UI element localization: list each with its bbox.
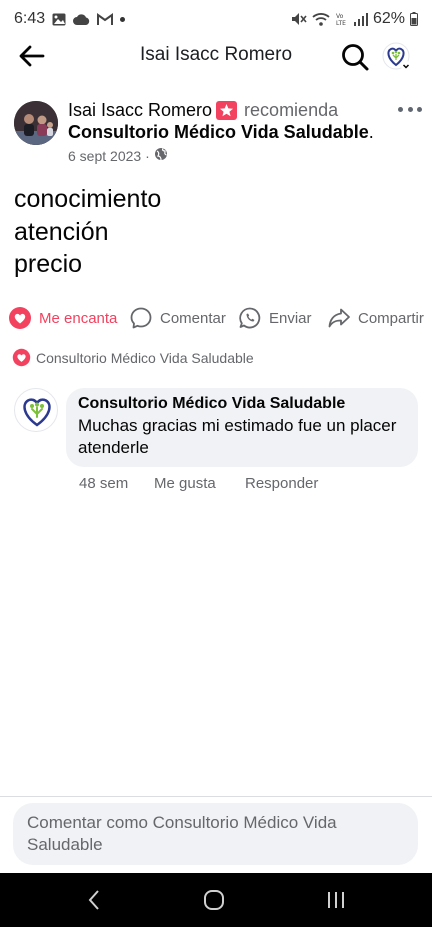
more-options-button[interactable] bbox=[398, 100, 422, 118]
page-avatar-icon bbox=[382, 42, 411, 71]
page-suffix: . bbox=[368, 122, 374, 142]
system-nav-bar bbox=[0, 873, 432, 927]
search-icon bbox=[342, 44, 369, 71]
recommended-page-name[interactable]: Consultorio Médico Vida Saludable bbox=[68, 122, 369, 142]
home-icon bbox=[204, 890, 224, 910]
meta-separator: · bbox=[145, 147, 150, 164]
chevron-left-icon bbox=[88, 890, 99, 910]
whatsapp-icon bbox=[239, 307, 261, 329]
battery-percent: 62% bbox=[372, 10, 405, 27]
post-line: atención bbox=[14, 217, 109, 246]
comment-bubble-icon bbox=[130, 307, 152, 329]
author-avatar[interactable] bbox=[14, 101, 58, 145]
cloud-icon bbox=[73, 13, 90, 25]
reactions-label: Consultorio Médico Vida Saludable bbox=[36, 349, 254, 366]
battery-icon bbox=[410, 12, 418, 26]
post-meta: 6 sept 2023 · bbox=[68, 147, 168, 164]
system-home-button[interactable] bbox=[198, 887, 230, 913]
comment-like-button[interactable]: Me gusta bbox=[154, 475, 245, 492]
signal-icon bbox=[353, 12, 368, 26]
love-label: Me encanta bbox=[39, 309, 118, 327]
comment-author-avatar[interactable] bbox=[14, 388, 58, 432]
more-dots-icon bbox=[398, 106, 403, 112]
love-button[interactable]: Me encanta bbox=[8, 302, 117, 334]
svg-text:LTE: LTE bbox=[336, 20, 346, 26]
status-bar: 6:43 Vo LTE 62% bbox=[0, 0, 432, 38]
comment-input[interactable]: Comentar como Consultorio Médico Vida Sa… bbox=[13, 803, 418, 865]
comment-button[interactable]: Comentar bbox=[129, 302, 226, 334]
comment-bubble: Consultorio Médico Vida Saludable Muchas… bbox=[66, 388, 418, 467]
recommend-verb: recomienda bbox=[244, 100, 339, 120]
recommend-star-icon bbox=[216, 101, 238, 120]
author-name[interactable]: Isai Isacc Romero bbox=[68, 100, 212, 121]
status-time: 6:43 bbox=[14, 10, 46, 27]
comment-author[interactable]: Consultorio Médico Vida Saludable bbox=[78, 395, 406, 413]
post-line: precio bbox=[14, 250, 83, 278]
post-text: conocimiento atención precio bbox=[14, 183, 161, 281]
globe-icon bbox=[154, 147, 168, 164]
search-button[interactable] bbox=[340, 42, 370, 72]
comment-timestamp: 48 sem bbox=[79, 475, 129, 492]
post-line: conocimiento bbox=[14, 185, 162, 213]
system-back-button[interactable] bbox=[78, 887, 110, 913]
comment-reply-button[interactable]: Responder bbox=[245, 475, 318, 492]
whatsapp-send-button[interactable]: Enviar bbox=[238, 302, 312, 334]
reactions-summary[interactable]: Consultorio Médico Vida Saludable bbox=[12, 348, 254, 367]
comment-label: Comentar bbox=[160, 309, 226, 327]
post-date[interactable]: 6 sept 2023 bbox=[68, 148, 141, 164]
send-label: Enviar bbox=[269, 309, 312, 327]
mute-icon bbox=[291, 12, 307, 26]
comment-actions: 48 sem Me gusta Responder bbox=[79, 475, 318, 492]
composer-divider bbox=[0, 796, 432, 797]
svg-text:Vo: Vo bbox=[336, 13, 344, 20]
author-line: Isai Isacc Romero recomienda bbox=[68, 100, 338, 121]
share-button[interactable]: Compartir bbox=[327, 302, 424, 334]
wifi-icon bbox=[312, 12, 330, 26]
top-header: Isai Isacc Romero bbox=[0, 38, 432, 74]
share-arrow-icon bbox=[328, 308, 350, 328]
gmail-icon bbox=[97, 13, 114, 25]
notification-dot-icon bbox=[120, 16, 126, 22]
page-switcher-button[interactable] bbox=[382, 42, 412, 72]
gallery-icon bbox=[52, 13, 66, 26]
heart-reaction-icon bbox=[12, 348, 31, 367]
share-label: Compartir bbox=[358, 309, 424, 327]
volte-icon: Vo LTE bbox=[335, 12, 349, 26]
heart-reaction-icon bbox=[9, 307, 31, 329]
comment-text: Muchas gracias mi estimado fue un placer… bbox=[78, 416, 397, 457]
recommended-page-line: Consultorio Médico Vida Saludable. bbox=[68, 122, 374, 143]
recents-icon bbox=[328, 892, 344, 908]
system-recents-button[interactable] bbox=[320, 887, 352, 913]
clinic-logo-icon bbox=[23, 398, 51, 427]
post-action-bar: Me encanta Comentar Enviar Compartir bbox=[0, 302, 432, 334]
